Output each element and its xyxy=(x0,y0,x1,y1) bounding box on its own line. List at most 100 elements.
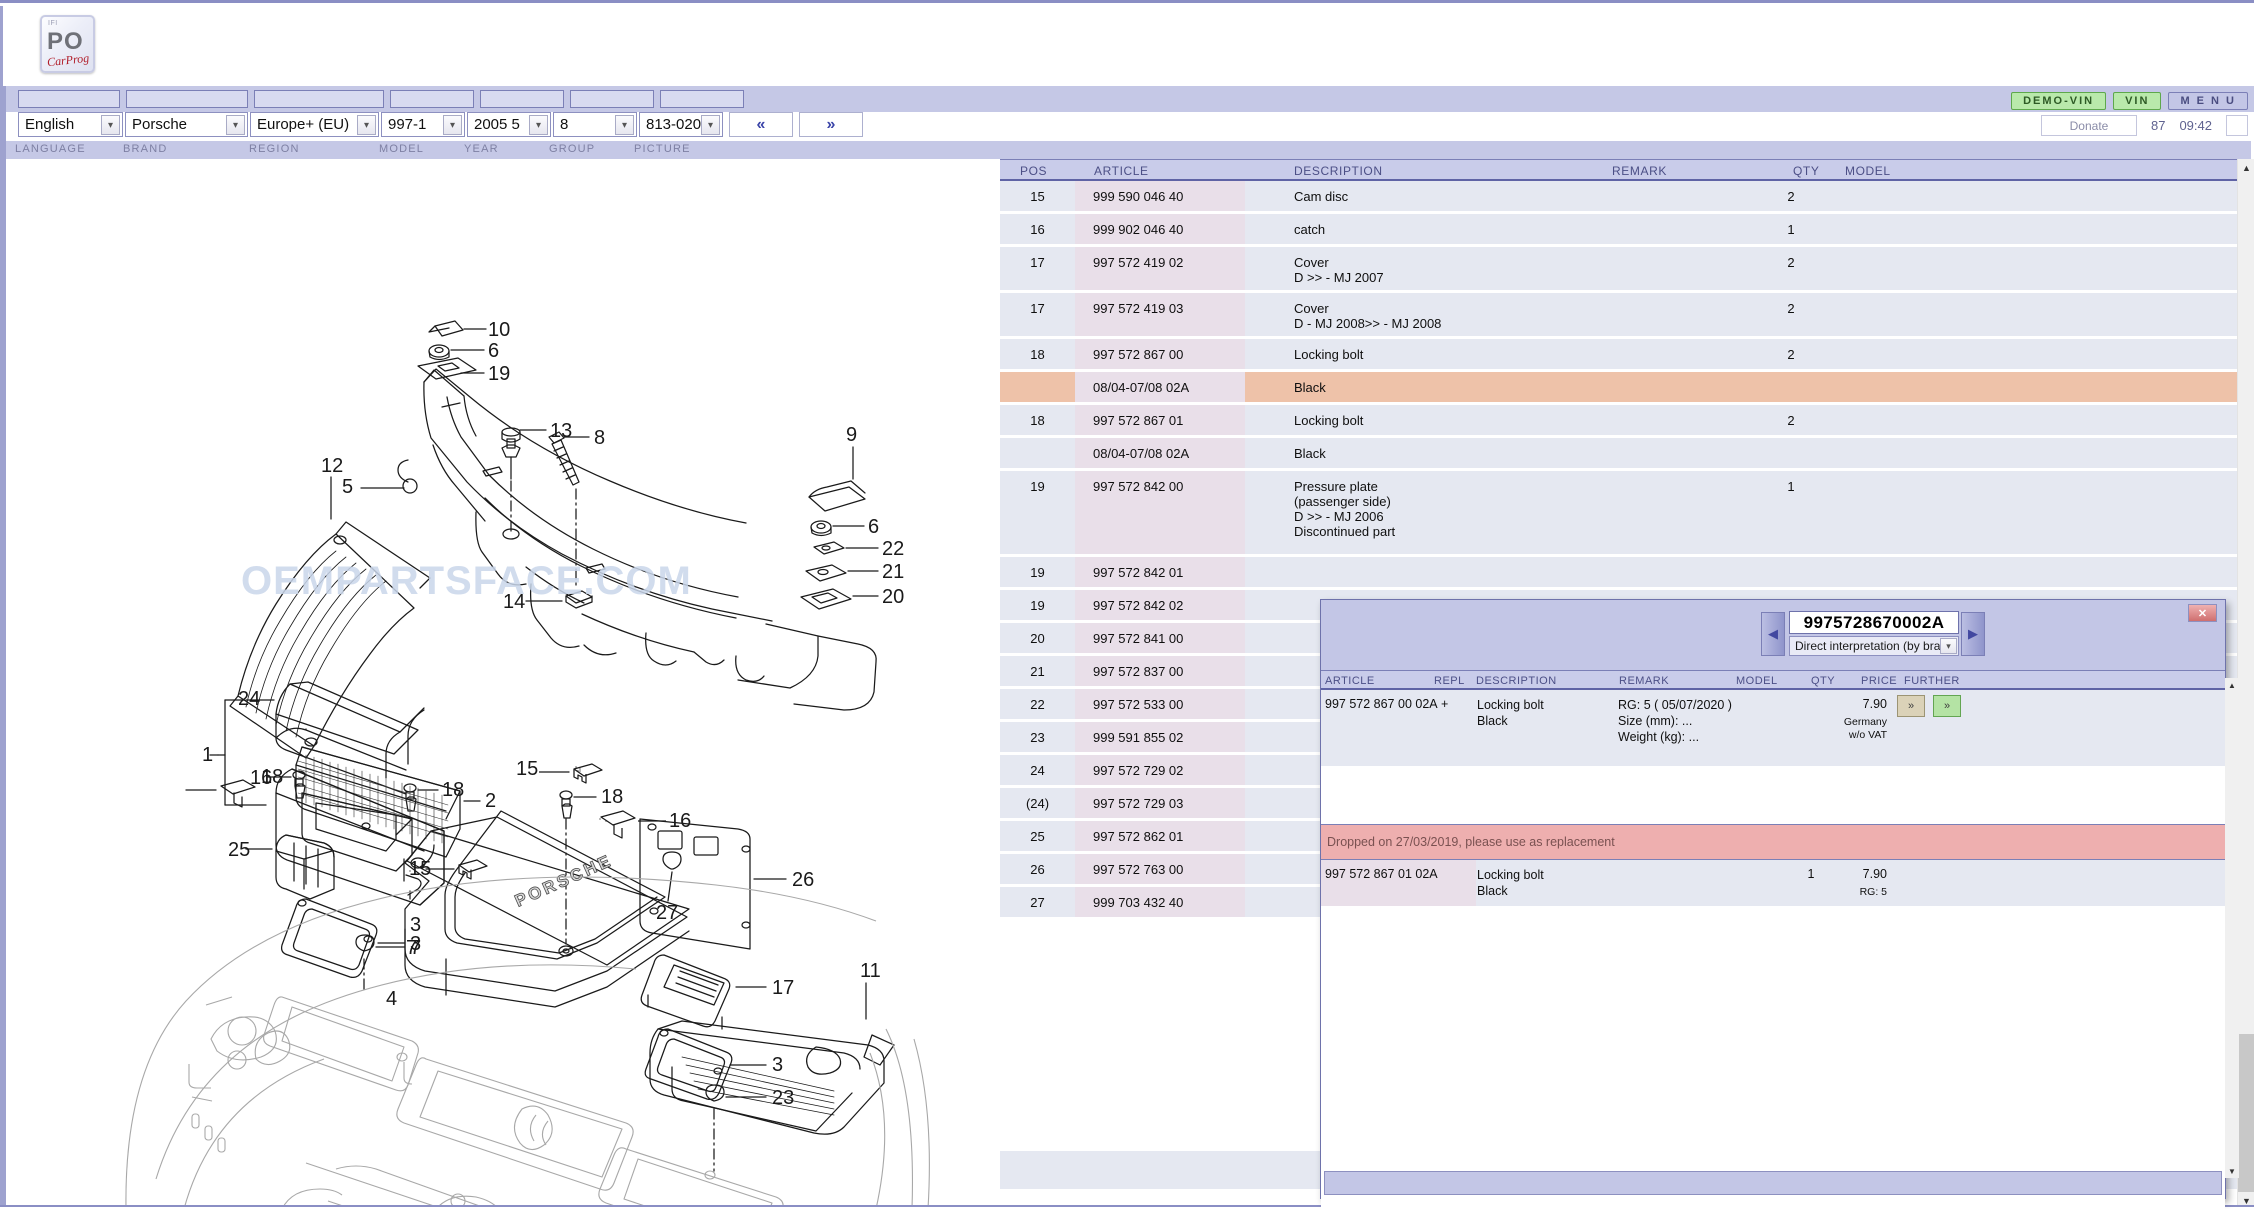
search-input-brand[interactable] xyxy=(126,90,248,108)
search-input-picture[interactable] xyxy=(660,90,744,108)
popup-row1-remark-line3: Weight (kg): ... xyxy=(1618,730,1700,744)
callout-8: 8 xyxy=(594,427,605,449)
select-picture[interactable]: 813-020 ▾ xyxy=(639,112,723,137)
chevron-down-icon[interactable]: ▾ xyxy=(443,115,462,135)
chevron-down-icon[interactable]: ▾ xyxy=(101,115,120,135)
table-row[interactable]: 18 997 572 867 00 Locking bolt 2 xyxy=(1000,339,2237,372)
callout-18a: 18 xyxy=(261,766,283,788)
parts-exploded-diagram[interactable]: PORSCHE 10 6 19 13 8 9 6 22 21 20 12 5 1… xyxy=(6,159,1000,1209)
status-indicator-box[interactable] xyxy=(2226,115,2248,136)
popup-row1-desc-line2: Black xyxy=(1477,714,1508,728)
cell-qty xyxy=(1760,372,1822,380)
cell-pos xyxy=(1000,438,1075,468)
cell-pos: 19 xyxy=(1030,565,1045,580)
prev-picture-button[interactable]: « xyxy=(729,112,793,137)
callout-22: 22 xyxy=(882,538,904,560)
label-brand: BRAND xyxy=(123,143,168,155)
table-row[interactable]: 19 997 572 842 01 xyxy=(1000,557,2237,590)
popup-next-button[interactable]: ▶ xyxy=(1961,612,1985,656)
popup-mode-select[interactable]: Direct interpretation (by brand) ▾ xyxy=(1789,636,1959,656)
select-brand[interactable]: Porsche ▾ xyxy=(125,112,248,137)
scroll-up-icon[interactable]: ▲ xyxy=(2238,159,2254,176)
cell-article: 997 572 867 00 xyxy=(1075,339,1245,369)
parts-table-scrollbar[interactable]: ▲ ▼ xyxy=(2237,159,2254,1209)
popup-scrollbar[interactable]: ▲ ▼ xyxy=(2225,678,2239,1178)
callout-17: 17 xyxy=(772,977,794,999)
table-row[interactable]: 16 999 902 046 40 catch 1 xyxy=(1000,214,2237,247)
logo-small-text: IFI xyxy=(48,20,58,27)
popup-scroll-up-icon[interactable]: ▲ xyxy=(2225,678,2239,692)
further-order-button[interactable]: » xyxy=(1933,695,1961,717)
table-row[interactable]: 17 997 572 419 02 Cover D >> - MJ 2007 2 xyxy=(1000,247,2237,293)
article-detail-popup[interactable]: ◀ 9975728670002A Direct interpretation (… xyxy=(1320,599,2239,1209)
cell-description xyxy=(1245,854,1294,862)
chevron-down-icon[interactable]: ▾ xyxy=(529,115,548,135)
search-input-group[interactable] xyxy=(570,90,654,108)
donate-button[interactable]: Donate xyxy=(2040,115,2137,136)
cell-article: 997 572 729 02 xyxy=(1075,755,1245,785)
cell-pos: 16 xyxy=(1030,222,1045,237)
cell-article: 997 572 419 02 xyxy=(1075,247,1245,290)
callout-6b: 6 xyxy=(868,516,879,538)
app-logo[interactable]: IFI PO CarProg xyxy=(40,15,95,73)
table-row[interactable]: 17 997 572 419 03 Cover D - MJ 2008>> - MJ … xyxy=(1000,293,2237,339)
scrollbar-thumb[interactable] xyxy=(2238,1034,2254,1209)
demo-vin-button[interactable]: DEMO-VIN xyxy=(2011,92,2107,110)
label-region: REGION xyxy=(249,143,300,155)
popup-result-row-replacement[interactable]: 997 572 867 01 02A Locking bolt Black 1 … xyxy=(1321,860,2225,906)
search-input-model[interactable] xyxy=(390,90,474,108)
callout-18b: 18 xyxy=(442,779,464,801)
select-language-value: English xyxy=(25,116,75,133)
description-line: Locking bolt xyxy=(1294,347,1364,362)
cell-description xyxy=(1245,557,1294,565)
logo-script-text: CarProg xyxy=(46,50,90,70)
chevron-down-icon[interactable]: ▾ xyxy=(701,115,720,135)
vin-button[interactable]: VIN xyxy=(2113,92,2162,110)
chevron-down-icon[interactable]: ▾ xyxy=(357,115,376,135)
popup-col-model: MODEL xyxy=(1736,675,1778,687)
search-input-region[interactable] xyxy=(254,90,384,108)
callout-15b: 15 xyxy=(516,758,538,780)
popup-footer xyxy=(1324,1171,2222,1195)
cell-qty xyxy=(1760,557,1822,565)
cell-description: Pressure plate (passenger side) D >> - MJ … xyxy=(1245,471,1395,539)
cell-article: 997 572 842 02 xyxy=(1075,590,1245,620)
table-row[interactable]: 15 999 590 046 40 Cam disc 2 xyxy=(1000,181,2237,214)
popup-col-remark: REMARK xyxy=(1619,675,1670,687)
description-line: Pressure plate xyxy=(1294,479,1378,494)
popup-article-code[interactable]: 9975728670002A xyxy=(1789,611,1959,634)
popup-row1-price: 7.90 xyxy=(1862,697,1887,711)
popup-result-row-primary[interactable]: 997 572 867 00 02A + Locking bolt Black … xyxy=(1321,690,2225,766)
cell-article: 997 572 841 00 xyxy=(1075,623,1245,653)
table-row[interactable]: 18 997 572 867 01 Locking bolt 2 xyxy=(1000,405,2237,438)
next-picture-button[interactable]: » xyxy=(799,112,863,137)
chevron-down-icon[interactable]: ▾ xyxy=(226,115,245,135)
chevron-down-icon[interactable]: ▾ xyxy=(1940,638,1957,654)
column-header-pos: POS xyxy=(1020,164,1048,178)
cell-qty xyxy=(1760,438,1822,446)
select-model[interactable]: 997-1 ▾ xyxy=(381,112,465,137)
popup-table-body: 997 572 867 00 02A + Locking bolt Black … xyxy=(1321,690,2225,1209)
select-year[interactable]: 2005 5 ▾ xyxy=(467,112,551,137)
popup-table-header: ARTICLE REPL DESCRIPTION REMARK MODEL QT… xyxy=(1321,670,2225,690)
popup-prev-button[interactable]: ◀ xyxy=(1761,612,1785,656)
chevron-down-icon[interactable]: ▾ xyxy=(615,115,634,135)
table-row[interactable]: 08/04-07/08 02A Black xyxy=(1000,438,2237,471)
cell-qty: 2 xyxy=(1787,255,1795,270)
table-row[interactable]: 19 997 572 842 00 Pressure plate (passenger… xyxy=(1000,471,2237,557)
cell-article: 08/04-07/08 02A xyxy=(1075,438,1245,468)
popup-scroll-down-icon[interactable]: ▼ xyxy=(2225,1164,2239,1178)
parts-diagram-pane[interactable]: PORSCHE 10 6 19 13 8 9 6 22 21 20 12 5 1… xyxy=(3,159,1000,1209)
further-detail-button[interactable]: » xyxy=(1897,695,1925,717)
cell-description xyxy=(1245,821,1294,829)
cell-article: 997 572 862 01 xyxy=(1075,821,1245,851)
table-row[interactable]: 08/04-07/08 02A Black xyxy=(1000,372,2237,405)
menu-button[interactable]: M E N U xyxy=(2168,92,2248,110)
select-region[interactable]: Europe+ (EU) ▾ xyxy=(250,112,379,137)
select-group[interactable]: 8 ▾ xyxy=(553,112,637,137)
search-input-language[interactable] xyxy=(18,90,120,108)
close-icon[interactable]: ✕ xyxy=(2188,604,2217,622)
callout-12: 12 xyxy=(321,455,343,477)
search-input-year[interactable] xyxy=(480,90,564,108)
select-language[interactable]: English ▾ xyxy=(18,112,123,137)
